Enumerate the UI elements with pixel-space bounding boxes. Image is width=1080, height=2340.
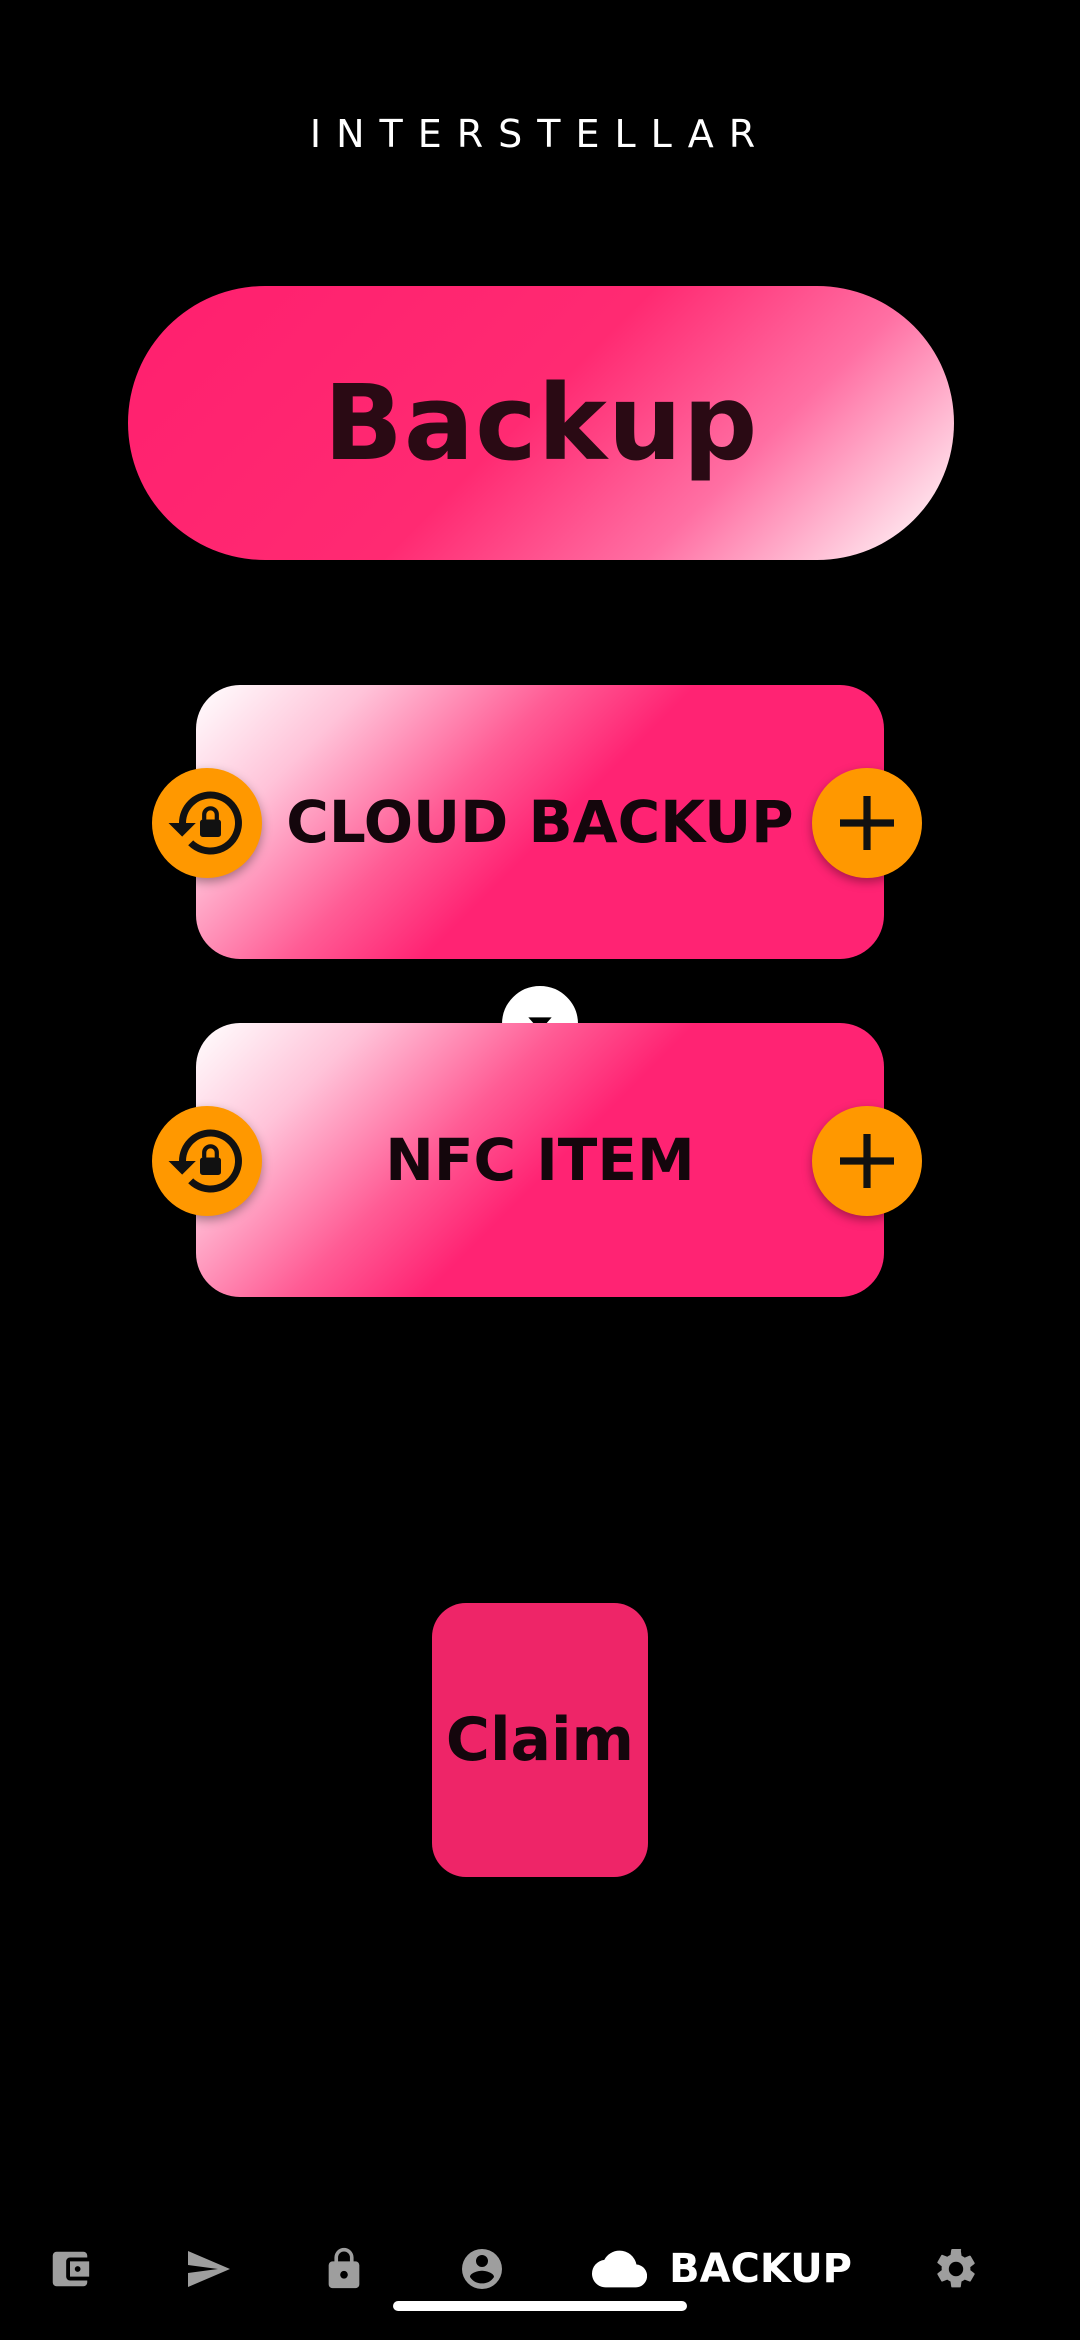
gear-icon — [937, 2248, 975, 2288]
nfc-item-card[interactable]: NFC ITEM — [196, 1023, 884, 1297]
nav-item-lock[interactable] — [314, 2224, 374, 2314]
nfc-item-label: NFC ITEM — [385, 1126, 695, 1194]
plus-icon — [840, 796, 894, 850]
nav-item-label: BACKUP — [669, 2246, 852, 2292]
lock-icon — [328, 2247, 360, 2289]
cloud-icon — [592, 2250, 648, 2288]
account-icon — [462, 2249, 502, 2289]
cloud-backup-card[interactable]: CLOUD BACKUP — [196, 685, 884, 959]
nav-item-settings[interactable] — [926, 2224, 986, 2314]
cloud-backup-label: CLOUD BACKUP — [286, 788, 794, 856]
claim-button[interactable]: Claim — [432, 1603, 648, 1877]
restore-lock-icon — [168, 1129, 242, 1193]
cloud-add-button[interactable] — [812, 768, 922, 878]
home-indicator[interactable] — [393, 2301, 687, 2311]
plus-icon — [840, 1134, 894, 1188]
send-icon — [188, 2251, 230, 2287]
nav-item-wallet[interactable] — [40, 2224, 100, 2314]
app-brand: INTERSTELLAR — [309, 112, 771, 156]
nfc-add-button[interactable] — [812, 1106, 922, 1216]
page-title: Backup — [323, 362, 759, 484]
backup-hero: Backup — [128, 286, 954, 560]
claim-label: Claim — [445, 1705, 635, 1775]
restore-lock-icon — [168, 791, 242, 855]
nfc-restore-button[interactable] — [152, 1106, 262, 1216]
nav-item-send[interactable] — [178, 2224, 238, 2314]
wallet-icon — [52, 2251, 90, 2287]
cloud-restore-button[interactable] — [152, 768, 262, 878]
